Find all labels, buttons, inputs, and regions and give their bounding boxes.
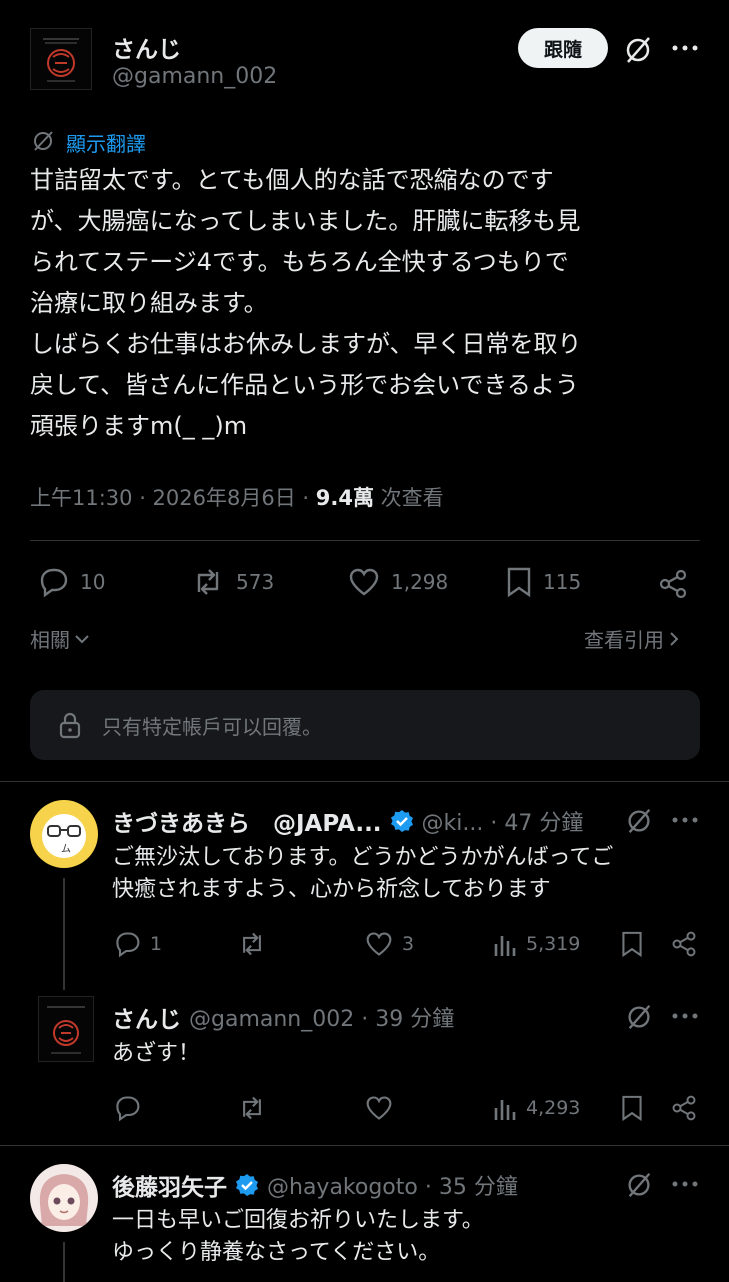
svg-text:ム: ム xyxy=(61,843,71,855)
chevron-right-icon xyxy=(668,631,680,647)
reply-2-avatar[interactable] xyxy=(38,996,94,1062)
related-toggle[interactable]: 相關 xyxy=(30,624,90,653)
heart-icon xyxy=(364,930,394,958)
reply-1-header: きづきあきら @JAPA... @ki... · 47 分鐘 xyxy=(112,804,632,838)
views-count: 4,293 xyxy=(526,1097,581,1119)
thread-line xyxy=(63,1242,65,1282)
more-options-icon[interactable] xyxy=(672,1180,698,1188)
reply-2-text: あざす！ xyxy=(112,1041,201,1066)
verified-badge-icon xyxy=(390,809,414,833)
reply-1-name[interactable]: きづきあきら @JAPA... xyxy=(112,804,382,838)
reply-3-avatar[interactable] xyxy=(30,1164,98,1232)
repost-icon[interactable] xyxy=(236,930,268,958)
more-options-icon[interactable] xyxy=(672,1012,698,1020)
bookmark-icon[interactable] xyxy=(620,1094,644,1122)
reply-3-header: 後藤羽矢子 @hayakogoto · 35 分鐘 xyxy=(112,1168,518,1202)
author-handle[interactable]: @gamann_002 xyxy=(112,64,277,89)
views-action[interactable]: 4,293 xyxy=(492,1094,580,1122)
reply-1-handle-time: @ki... · 47 分鐘 xyxy=(421,811,584,836)
like-count: 3 xyxy=(402,933,415,955)
views-count: 5,319 xyxy=(526,933,581,955)
grok-icon[interactable] xyxy=(622,34,654,66)
reply-action[interactable]: 1 xyxy=(112,930,162,958)
reply-2-name[interactable]: さんじ xyxy=(112,1000,181,1034)
reply-1-text: ご無沙汰しております。どうかどうかがんばってご 快癒されますよう、心から祈念して… xyxy=(112,845,614,902)
chevron-down-icon xyxy=(74,633,90,645)
thread-line xyxy=(63,878,65,990)
reply-action[interactable]: 10 xyxy=(36,566,105,598)
repost-icon[interactable] xyxy=(236,1094,268,1122)
reply-icon xyxy=(112,930,142,958)
reply-1-avatar[interactable]: ム xyxy=(30,800,98,868)
reply-restriction-text: 只有特定帳戶可以回覆。 xyxy=(102,715,322,739)
grok-icon[interactable] xyxy=(624,806,654,836)
more-options-icon[interactable] xyxy=(672,44,698,52)
more-options-icon[interactable] xyxy=(672,816,698,824)
grok-icon[interactable] xyxy=(624,1170,654,1200)
view-quotes-label: 查看引用 xyxy=(584,628,664,652)
views-count: 9.4萬 xyxy=(315,486,374,510)
analytics-icon xyxy=(492,1094,518,1122)
views-label: 次查看 xyxy=(373,486,444,510)
related-label: 相關 xyxy=(30,628,70,652)
section-divider xyxy=(0,1145,729,1146)
post-timestamp[interactable]: 上午11:30 · 2026年8月6日 · xyxy=(30,486,316,510)
heart-icon[interactable] xyxy=(364,1094,394,1122)
reply-icon xyxy=(36,566,70,598)
repost-icon xyxy=(190,566,226,598)
translate-link[interactable]: 顯示翻譯 xyxy=(66,128,146,157)
author-name[interactable]: さんじ xyxy=(112,30,181,64)
repost-action[interactable]: 573 xyxy=(190,566,274,598)
share-icon[interactable] xyxy=(670,930,698,958)
like-action[interactable]: 1,298 xyxy=(347,566,448,598)
bookmark-count: 115 xyxy=(543,570,582,594)
bookmark-icon xyxy=(505,566,533,598)
analytics-icon xyxy=(492,930,518,958)
reply-3-name[interactable]: 後藤羽矢子 xyxy=(112,1168,227,1202)
like-count: 1,298 xyxy=(391,570,449,594)
share-icon[interactable] xyxy=(670,1094,698,1122)
bookmark-icon[interactable] xyxy=(620,930,644,958)
reply-icon[interactable] xyxy=(112,1094,142,1122)
repost-count: 573 xyxy=(236,570,275,594)
section-divider xyxy=(0,781,729,782)
share-icon[interactable] xyxy=(657,568,689,600)
bookmark-action[interactable]: 115 xyxy=(505,566,581,598)
post-meta: 上午11:30 · 2026年8月6日 · 9.4萬 次查看 xyxy=(30,482,444,512)
reply-count: 10 xyxy=(80,570,106,594)
lock-icon xyxy=(58,712,82,740)
views-action[interactable]: 5,319 xyxy=(492,930,580,958)
like-action[interactable]: 3 xyxy=(364,930,414,958)
verified-badge-icon xyxy=(235,1173,259,1197)
reply-3-text: 一日も早いご回復お祈りいたします。 ゆっくり静養なさってください。 xyxy=(112,1208,484,1265)
reply-2-header: さんじ @gamann_002 · 39 分鐘 xyxy=(112,1000,454,1034)
follow-button[interactable]: 跟隨 xyxy=(518,28,608,68)
divider xyxy=(30,540,700,541)
author-avatar[interactable] xyxy=(30,28,92,90)
reply-2-handle-time: @gamann_002 · 39 分鐘 xyxy=(189,1007,455,1032)
view-quotes-link[interactable]: 查看引用 xyxy=(584,624,680,653)
heart-icon xyxy=(347,566,381,598)
post-body: 甘詰留太です。とても個人的な話で恐縮なのです が、大腸癌になってしまいました。肝… xyxy=(30,166,582,440)
translate-icon[interactable] xyxy=(30,128,56,154)
reply-count: 1 xyxy=(150,933,163,955)
reply-3-handle-time: @hayakogoto · 35 分鐘 xyxy=(267,1175,518,1200)
reply-restriction-notice: 只有特定帳戶可以回覆。 xyxy=(30,690,700,760)
grok-icon[interactable] xyxy=(624,1002,654,1032)
